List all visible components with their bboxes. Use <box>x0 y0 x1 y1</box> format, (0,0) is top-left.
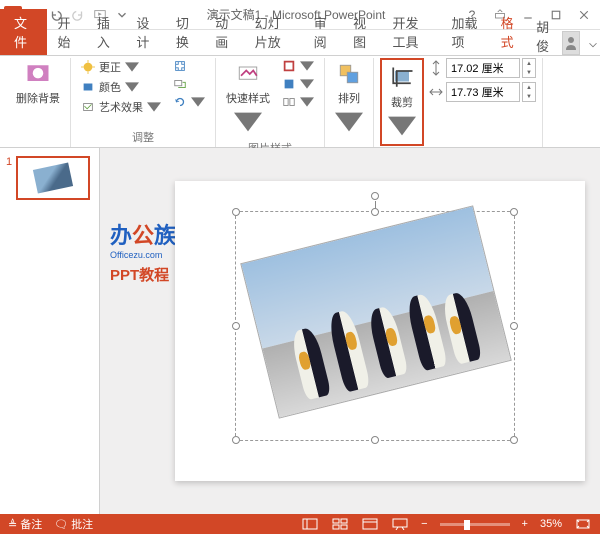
tab-animations[interactable]: 动画 <box>205 9 244 55</box>
tab-file[interactable]: 文件 <box>0 9 47 55</box>
quick-styles-button[interactable]: 快速样式 <box>222 58 274 138</box>
compress-pictures-button[interactable] <box>169 58 209 74</box>
selected-picture[interactable] <box>240 205 512 418</box>
height-input[interactable]: 17.02 厘米 <box>446 58 520 78</box>
ribbon-group-arrange: 排列 <box>325 58 374 147</box>
statusbar: ≜ 备注 🗨 批注 − + 35% <box>0 514 600 534</box>
picture-layout-button[interactable] <box>278 94 318 110</box>
ribbon-group-picture-styles: 快速样式 图片样式 <box>216 58 325 147</box>
reset-picture-button[interactable] <box>169 94 209 110</box>
slideshow-view-icon[interactable] <box>391 517 409 531</box>
watermark: 办公族 Officezu.com PPT教程 <box>110 218 176 285</box>
slide-thumbnails-panel[interactable]: 1 <box>0 148 100 514</box>
color-button[interactable]: 颜色 <box>77 78 165 96</box>
slide-thumbnail-1[interactable] <box>16 156 90 200</box>
workspace: 1 办公族 Officezu.com PPT教程 <box>0 148 600 514</box>
width-spinner[interactable]: ▲▼ <box>522 82 536 102</box>
tab-review[interactable]: 审阅 <box>304 9 343 55</box>
artistic-effects-button[interactable]: 艺术效果 <box>77 98 165 116</box>
rotation-handle[interactable] <box>371 192 379 200</box>
ribbon-group-size: 裁剪 17.02 厘米 ▲▼ 17.73 厘米 ▲▼ 大小 <box>374 58 543 147</box>
tab-transitions[interactable]: 切换 <box>166 9 205 55</box>
zoom-out-button[interactable]: − <box>421 518 427 530</box>
crop-label: 裁剪 <box>391 94 413 110</box>
tab-addins[interactable]: 加载项 <box>441 9 490 55</box>
comments-button[interactable]: 🗨 批注 <box>54 516 93 532</box>
zoom-slider[interactable] <box>440 523 510 526</box>
resize-handle-r[interactable] <box>510 322 518 330</box>
ribbon-tabs: 文件 开始 插入 设计 切换 动画 幻灯片放 审阅 视图 开发工具 加载项 格式… <box>0 30 600 56</box>
resize-handle-l[interactable] <box>232 322 240 330</box>
height-icon <box>428 59 444 77</box>
zoom-level[interactable]: 35% <box>540 518 562 530</box>
resize-handle-bl[interactable] <box>232 436 240 444</box>
close-icon[interactable] <box>572 5 596 25</box>
tab-format[interactable]: 格式 <box>491 9 530 55</box>
corrections-button[interactable]: 更正 <box>77 58 165 76</box>
adjust-group-label: 调整 <box>132 127 154 147</box>
tab-design[interactable]: 设计 <box>126 9 165 55</box>
arrange-label: 排列 <box>338 90 360 106</box>
change-picture-button[interactable] <box>169 76 209 92</box>
resize-handle-tl[interactable] <box>232 208 240 216</box>
tab-developer[interactable]: 开发工具 <box>383 9 442 55</box>
width-input[interactable]: 17.73 厘米 <box>446 82 520 102</box>
tab-slideshow[interactable]: 幻灯片放 <box>245 9 304 55</box>
fit-to-window-icon[interactable] <box>574 517 592 531</box>
user-avatar[interactable] <box>562 31 580 55</box>
remove-background-button[interactable]: 删除背景 <box>12 58 64 108</box>
picture-border-button[interactable] <box>278 58 318 74</box>
slide[interactable] <box>175 181 585 481</box>
width-icon <box>428 83 444 101</box>
reading-view-icon[interactable] <box>361 517 379 531</box>
user-dropdown-icon[interactable] <box>586 35 600 55</box>
resize-handle-tr[interactable] <box>510 208 518 216</box>
tab-view[interactable]: 视图 <box>343 9 382 55</box>
picture-selection-box[interactable] <box>235 211 515 441</box>
tab-insert[interactable]: 插入 <box>87 9 126 55</box>
resize-handle-b[interactable] <box>371 436 379 444</box>
ribbon-group-adjust: 更正 颜色 艺术效果 调整 <box>71 58 216 147</box>
crop-button[interactable]: 裁剪 <box>384 62 420 142</box>
arrange-button[interactable]: 排列 <box>331 58 367 138</box>
thumbnail-number: 1 <box>6 156 12 200</box>
ribbon: 删除背景 更正 颜色 艺术效果 调整 快速样式 <box>0 56 600 148</box>
sorter-view-icon[interactable] <box>331 517 349 531</box>
height-spinner[interactable]: ▲▼ <box>522 58 536 78</box>
normal-view-icon[interactable] <box>301 517 319 531</box>
resize-handle-br[interactable] <box>510 436 518 444</box>
remove-bg-label: 删除背景 <box>16 90 60 106</box>
notes-button[interactable]: ≜ 备注 <box>8 516 42 532</box>
user-name[interactable]: 胡俊 <box>530 17 561 55</box>
slide-canvas-area[interactable]: 办公族 Officezu.com PPT教程 <box>100 148 600 514</box>
picture-effects-button[interactable] <box>278 76 318 92</box>
resize-handle-t[interactable] <box>371 208 379 216</box>
ribbon-group-remove-bg: 删除背景 <box>6 58 71 147</box>
tab-home[interactable]: 开始 <box>47 9 86 55</box>
zoom-in-button[interactable]: + <box>522 518 528 530</box>
quick-styles-label: 快速样式 <box>226 90 270 106</box>
